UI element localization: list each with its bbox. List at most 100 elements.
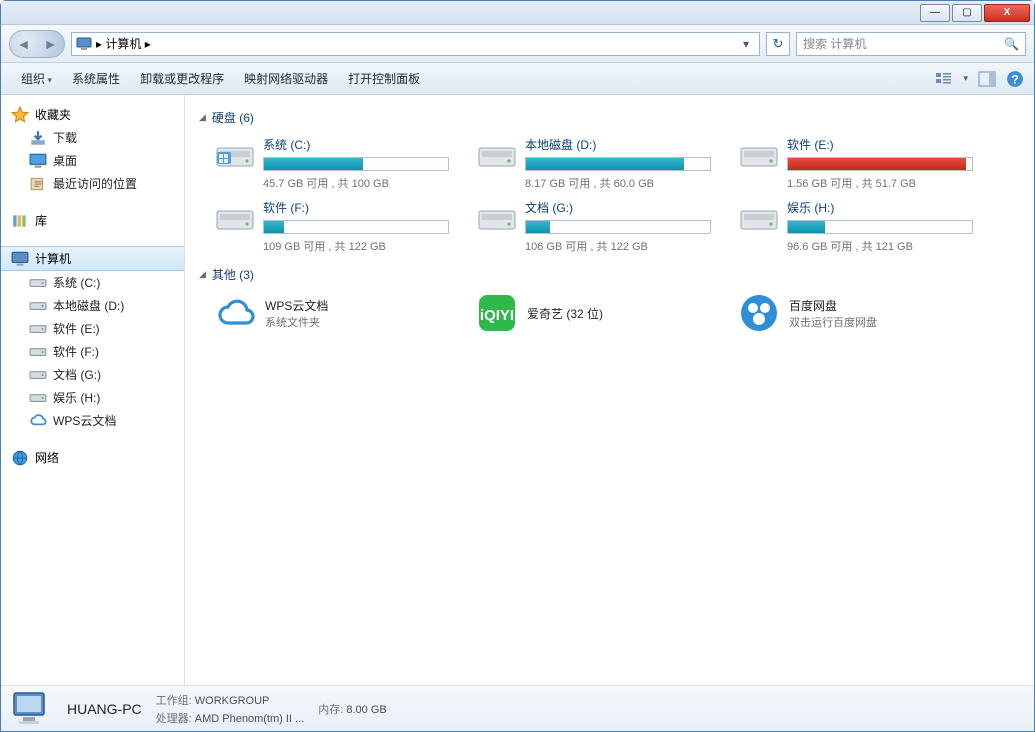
drive-info: 45.7 GB 可用 , 共 100 GB [263,175,459,191]
minimize-button[interactable]: — [920,4,950,22]
sidebar-item-label: 桌面 [53,152,77,169]
sidebar-network-label: 网络 [35,449,59,466]
sidebar-item-drive[interactable]: 系统 (C:) [1,271,184,294]
other-item-sub: 系统文件夹 [265,314,328,330]
hard-drive-icon [215,140,255,172]
search-placeholder: 搜索 计算机 [803,35,866,52]
sidebar-item-drive[interactable]: 娱乐 (H:) [1,386,184,409]
details-memory-label: 内存: [318,704,343,716]
command-bar: 组织 系统属性 卸载或更改程序 映射网络驱动器 打开控制面板 ▾ ? [1,63,1034,95]
drive-info: 96.6 GB 可用 , 共 121 GB [787,238,983,254]
sidebar-item-downloads[interactable]: 下载 [1,126,184,149]
sidebar-libraries-label: 库 [35,212,47,229]
sidebar-item-label: 下载 [53,129,77,146]
drive-item[interactable]: 软件 (F:)109 GB 可用 , 共 122 GB [215,199,459,254]
maximize-button[interactable]: ▢ [952,4,982,22]
drive-name: 系统 (C:) [263,136,459,153]
drive-item[interactable]: 文档 (G:) 106 GB 可用 , 共 122 GB [477,199,721,254]
section-other-label: 其他 (3) [212,266,254,283]
collapse-icon: ◢ [199,112,206,123]
drive-usage-bar [263,157,449,171]
sidebar-item-drive[interactable]: 软件 (F:) [1,340,184,363]
sidebar-item-label: 本地磁盘 (D:) [53,297,124,314]
toolbar-organize[interactable]: 组织 [11,66,62,91]
drive-icon [29,390,47,406]
drive-icon [29,275,47,291]
network-icon [11,450,29,466]
sidebar-computer[interactable]: 计算机 [1,246,184,271]
search-box[interactable]: 搜索 计算机 🔍 [796,32,1026,56]
breadcrumb-path[interactable]: 计算机 ▸ [105,35,150,52]
sidebar-item-label: WPS云文档 [53,412,116,429]
desktop-icon [29,153,47,169]
sidebar-item-drive[interactable]: 软件 (E:) [1,317,184,340]
content-pane: ◢ 硬盘 (6) 系统 (C:) 45.7 GB 可用 , 共 100 GB 本地磁… [185,95,1034,685]
section-drives-label: 硬盘 (6) [212,109,254,126]
toolbar-map-drive[interactable]: 映射网络驱动器 [234,66,338,91]
drive-icon [29,321,47,337]
iqiyi-icon: iQIYI [477,293,517,333]
view-options-icon[interactable] [935,71,953,87]
sidebar-network[interactable]: 网络 [1,446,184,469]
computer-icon [76,36,92,52]
drive-name: 娱乐 (H:) [787,199,983,216]
sidebar-item-desktop[interactable]: 桌面 [1,149,184,172]
view-dropdown-icon[interactable]: ▾ [963,73,968,84]
other-item-name: WPS云文档 [265,297,328,314]
toolbar-control-panel[interactable]: 打开控制面板 [338,66,430,91]
other-item[interactable]: 百度网盘双击运行百度网盘 [739,293,983,333]
toolbar-uninstall[interactable]: 卸载或更改程序 [130,66,234,91]
details-pane: HUANG-PC 工作组: WORKGROUP 处理器: AMD Phenom(… [1,685,1034,731]
close-button[interactable]: X [984,4,1030,22]
preview-pane-icon[interactable] [978,71,996,87]
drive-item[interactable]: 娱乐 (H:) 96.6 GB 可用 , 共 121 GB [739,199,983,254]
navigation-bar: ◄ ► ▸ 计算机 ▸ ▾ ↻ 搜索 计算机 🔍 [1,25,1034,63]
refresh-button[interactable]: ↻ [766,32,790,56]
sidebar-item-recent[interactable]: 最近访问的位置 [1,172,184,195]
computer-large-icon [11,690,53,728]
sidebar-item-label: 软件 (E:) [53,320,100,337]
details-cpu: AMD Phenom(tm) II ... [195,713,304,725]
library-icon [11,213,29,229]
breadcrumb-deco: ▸ [96,37,102,51]
cloud-icon [29,413,47,429]
other-item-sub: 双击运行百度网盘 [789,314,877,330]
title-bar: — ▢ X [1,1,1034,25]
drive-name: 文档 (G:) [525,199,721,216]
navigation-pane: 收藏夹 下载 桌面 最近访问的位置 库 计算机 [1,95,185,685]
computer-icon [11,251,29,267]
drive-info: 8.17 GB 可用 , 共 60.0 GB [525,175,721,191]
address-bar[interactable]: ▸ 计算机 ▸ ▾ [71,32,760,56]
cloud-icon [215,293,255,333]
help-icon[interactable]: ? [1006,71,1024,87]
svg-text:?: ? [1011,72,1019,86]
hard-drive-icon [477,203,517,235]
details-computer-name: HUANG-PC [67,701,142,717]
toolbar-system-properties[interactable]: 系统属性 [62,66,130,91]
drive-item[interactable]: 软件 (E:)1.56 GB 可用 , 共 51.7 GB [739,136,983,191]
other-item-name: 百度网盘 [789,297,877,314]
sidebar-item-label: 最近访问的位置 [53,175,137,192]
sidebar-item-drive[interactable]: WPS云文档 [1,409,184,432]
drive-name: 软件 (F:) [263,199,459,216]
other-item[interactable]: iQIYI爱奇艺 (32 位) [477,293,721,333]
sidebar-libraries[interactable]: 库 [1,209,184,232]
drive-info: 106 GB 可用 , 共 122 GB [525,238,721,254]
section-drives[interactable]: ◢ 硬盘 (6) [199,109,1020,126]
drive-item[interactable]: 本地磁盘 (D:)8.17 GB 可用 , 共 60.0 GB [477,136,721,191]
drive-usage-bar [787,157,973,171]
drive-item[interactable]: 系统 (C:) 45.7 GB 可用 , 共 100 GB [215,136,459,191]
nav-back-forward[interactable]: ◄ ► [9,30,65,58]
drive-icon [29,298,47,314]
sidebar-item-drive[interactable]: 本地磁盘 (D:) [1,294,184,317]
sidebar-favorites[interactable]: 收藏夹 [1,103,184,126]
sidebar-item-drive[interactable]: 文档 (G:) [1,363,184,386]
drive-usage-bar [525,220,711,234]
other-item[interactable]: WPS云文档系统文件夹 [215,293,459,333]
details-workgroup-label: 工作组: [156,695,192,707]
address-dropdown-icon[interactable]: ▾ [737,37,755,51]
sidebar-item-label: 文档 (G:) [53,366,101,383]
section-other[interactable]: ◢ 其他 (3) [199,266,1020,283]
drive-info: 1.56 GB 可用 , 共 51.7 GB [787,175,983,191]
drive-icon [29,367,47,383]
